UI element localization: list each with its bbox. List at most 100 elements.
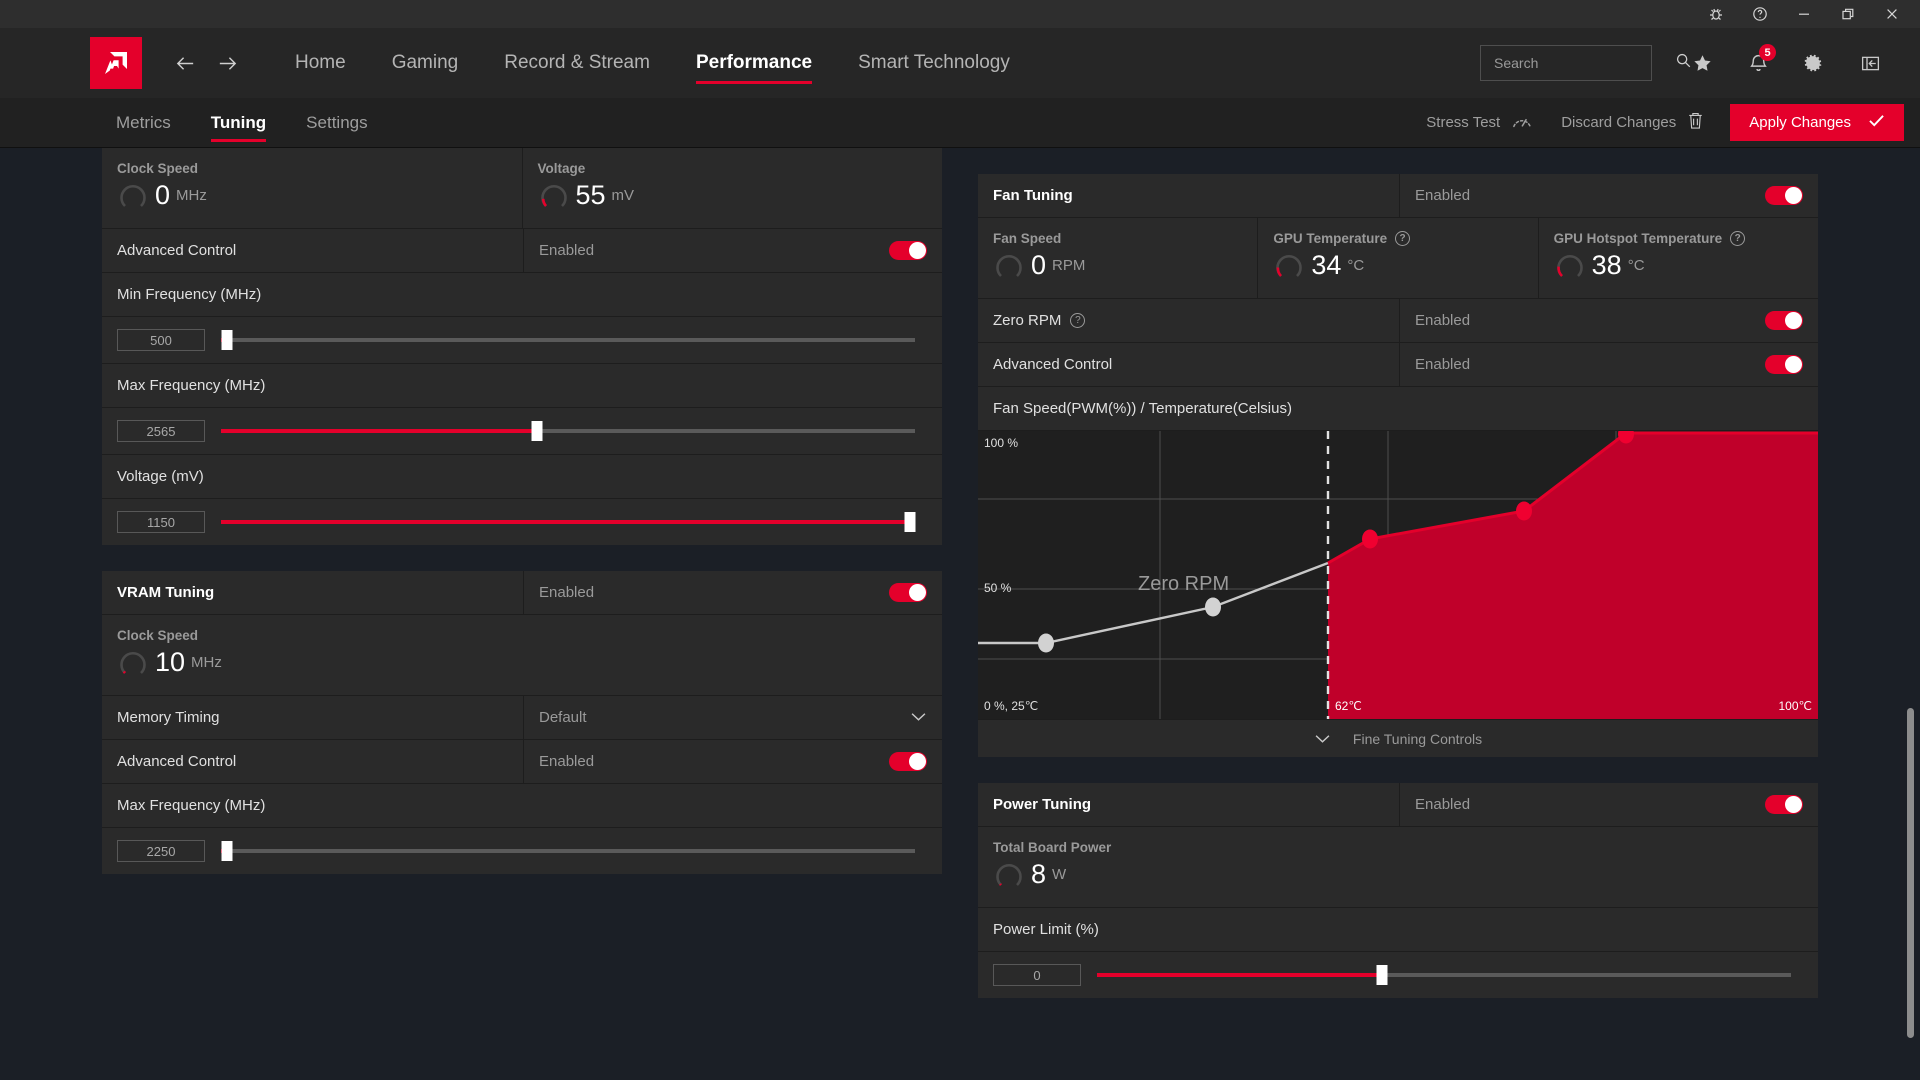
zero-rpm-value: Enabled	[1400, 299, 1818, 342]
vram-clock-gauge-icon	[120, 651, 146, 674]
nav-item-performance[interactable]: Performance	[673, 28, 835, 98]
notifications-badge: 5	[1759, 44, 1776, 61]
zero-rpm-row[interactable]: Zero RPM ? Enabled	[978, 299, 1818, 343]
nav-item-smart-technology-label: Smart Technology	[858, 52, 1010, 73]
gear-icon[interactable]	[1792, 41, 1836, 85]
apply-changes-button[interactable]: Apply Changes	[1730, 104, 1904, 141]
min-frequency-slider-track[interactable]	[221, 330, 915, 350]
max-frequency-value[interactable]: 2565	[117, 420, 205, 442]
gpu-voltage-slider-row[interactable]: 1150	[102, 499, 942, 545]
gpu-advanced-control-row[interactable]: Advanced Control Enabled	[102, 229, 942, 273]
zero-rpm-state: Enabled	[1415, 312, 1471, 329]
vram-tuning-header-row[interactable]: VRAM Tuning Enabled	[102, 571, 942, 615]
voltage-gauge-icon	[540, 184, 567, 207]
power-limit-slider-track[interactable]	[1097, 965, 1791, 985]
chart-x-axis-max-label: 100℃	[1778, 699, 1813, 713]
power-limit-slider-row[interactable]: 0	[978, 952, 1818, 998]
tab-settings-label: Settings	[306, 112, 368, 132]
search-input[interactable]	[1494, 55, 1675, 71]
gpu-temperature-label-text: GPU Temperature	[1273, 231, 1388, 246]
fan-speed-value: 0	[1031, 249, 1047, 280]
vram-advanced-control-toggle[interactable]	[889, 752, 927, 771]
gpu-hotspot-gauge-icon	[1556, 254, 1583, 277]
zero-rpm-label: Zero RPM	[993, 312, 1062, 329]
apply-changes-label: Apply Changes	[1749, 114, 1851, 131]
min-frequency-label: Min Frequency (MHz)	[102, 273, 942, 317]
vram-max-frequency-slider-thumb[interactable]	[221, 841, 233, 861]
collapse-panel-icon[interactable]	[1848, 41, 1892, 85]
vram-tuning-toggle[interactable]	[889, 583, 927, 602]
power-limit-value[interactable]: 0	[993, 964, 1081, 986]
amd-logo[interactable]	[90, 37, 142, 89]
zero-rpm-toggle[interactable]	[1765, 311, 1803, 330]
nav-right-actions: 5	[1480, 41, 1920, 85]
stress-test-button[interactable]: Stress Test	[1412, 103, 1547, 143]
gpu-advanced-control-label: Advanced Control	[102, 229, 524, 272]
tab-tuning[interactable]: Tuning	[191, 98, 286, 148]
notifications-bell-icon[interactable]: 5	[1736, 41, 1780, 85]
favorites-star-icon[interactable]	[1680, 41, 1724, 85]
max-frequency-slider-track[interactable]	[221, 421, 915, 441]
max-frequency-slider-row[interactable]: 2565	[102, 408, 942, 455]
help-icon[interactable]	[1738, 0, 1782, 28]
vram-tuning-state: Enabled	[539, 584, 595, 601]
vram-advanced-control-state: Enabled	[539, 753, 595, 770]
memory-timing-row[interactable]: Memory Timing Default	[102, 696, 942, 740]
nav-forward-icon[interactable]	[206, 42, 248, 84]
gpu-advanced-control-toggle[interactable]	[889, 241, 927, 260]
nav-item-record-stream[interactable]: Record & Stream	[481, 28, 673, 98]
gpu-voltage-slider-value[interactable]: 1150	[117, 511, 205, 533]
fan-curve-chart[interactable]: 100 % 50 % 0 %, 25℃ 62℃ 100℃ Zero RPM	[978, 431, 1818, 719]
fine-tuning-controls-row[interactable]: Fine Tuning Controls	[978, 719, 1818, 757]
chart-control-point	[1038, 633, 1054, 653]
vertical-scrollbar-thumb[interactable]	[1907, 708, 1914, 1038]
nav-item-gaming[interactable]: Gaming	[369, 28, 482, 98]
power-tuning-header-row[interactable]: Power Tuning Enabled	[978, 783, 1818, 827]
gpu-temperature-help-icon[interactable]: ?	[1395, 231, 1411, 246]
column-gap	[942, 148, 978, 1080]
gpu-metrics-row: Clock Speed 0 MHz Voltage 55 mV	[102, 148, 942, 229]
fan-tuning-header-row[interactable]: Fan Tuning Enabled	[978, 174, 1818, 218]
fan-advanced-control-toggle[interactable]	[1765, 355, 1803, 374]
gpu-voltage-unit: mV	[611, 186, 635, 204]
nav-back-icon[interactable]	[164, 42, 206, 84]
max-frequency-slider-thumb[interactable]	[531, 421, 543, 441]
zero-rpm-help-icon[interactable]: ?	[1070, 313, 1086, 328]
memory-timing-label: Memory Timing	[102, 696, 524, 739]
gpu-voltage-slider-label: Voltage (mV)	[102, 455, 942, 499]
fan-curve-svg[interactable]	[978, 431, 1818, 719]
vram-max-frequency-slider-row[interactable]: 2250	[102, 828, 942, 874]
min-frequency-slider-row[interactable]: 500	[102, 317, 942, 364]
gpu-voltage-slider-track[interactable]	[221, 512, 916, 532]
zero-rpm-label-cell: Zero RPM ?	[978, 299, 1400, 342]
close-button[interactable]	[1870, 0, 1914, 28]
memory-timing-value-cell[interactable]: Default	[524, 696, 942, 739]
tab-metrics[interactable]: Metrics	[96, 98, 191, 148]
vram-advanced-control-row[interactable]: Advanced Control Enabled	[102, 740, 942, 784]
gpu-voltage-slider-thumb[interactable]	[904, 512, 916, 532]
left-rail-spacer	[0, 148, 102, 1080]
chart-zero-rpm-annotation: Zero RPM	[1138, 573, 1230, 595]
gpu-temperature-label: GPU Temperature ?	[1273, 231, 1537, 246]
nav-item-smart-technology[interactable]: Smart Technology	[835, 28, 1033, 98]
fan-advanced-control-row[interactable]: Advanced Control Enabled	[978, 343, 1818, 387]
power-tuning-toggle[interactable]	[1765, 795, 1803, 814]
fan-tuning-toggle[interactable]	[1765, 186, 1803, 205]
chevron-down-icon[interactable]	[1314, 731, 1331, 747]
search-box[interactable]	[1480, 45, 1691, 81]
power-limit-slider-thumb[interactable]	[1376, 965, 1388, 985]
nav-item-home[interactable]: Home	[272, 28, 369, 98]
minimize-button[interactable]	[1782, 0, 1826, 28]
bug-report-icon[interactable]	[1694, 0, 1738, 28]
restore-button[interactable]	[1826, 0, 1870, 28]
min-frequency-value[interactable]: 500	[117, 329, 205, 351]
nav-item-gaming-label: Gaming	[391, 52, 459, 73]
vram-max-frequency-slider-track[interactable]	[221, 841, 915, 861]
gpu-hotspot-temperature-help-icon[interactable]: ?	[1730, 231, 1746, 246]
discard-changes-button[interactable]: Discard Changes	[1547, 103, 1718, 143]
min-frequency-slider-thumb[interactable]	[221, 330, 233, 350]
tab-settings[interactable]: Settings	[286, 98, 387, 148]
chevron-down-icon[interactable]	[910, 709, 927, 726]
power-tuning-title: Power Tuning	[978, 783, 1400, 826]
vram-max-frequency-value[interactable]: 2250	[117, 840, 205, 862]
